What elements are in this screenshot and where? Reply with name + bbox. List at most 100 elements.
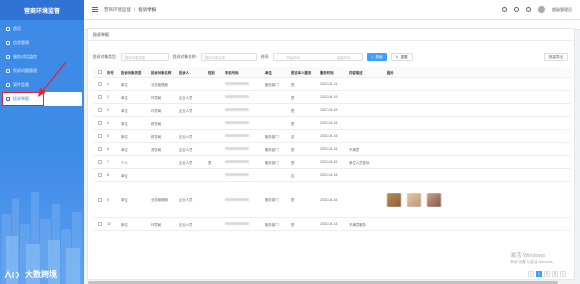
table-row[interactable]: 2 单位 环境局 企业人员 是 2022-04-19	[93, 91, 571, 104]
cell-time: 2022-04-15	[320, 197, 338, 202]
complaint-icon	[6, 69, 10, 73]
row-select-cell	[93, 222, 105, 226]
column-header: 单位	[265, 70, 272, 75]
redacted-phone	[225, 197, 249, 201]
cell-self: 否	[291, 134, 295, 139]
redacted-phone	[225, 121, 249, 124]
cell-name: 环境局	[151, 222, 162, 227]
app-title: 营商环境监督	[0, 0, 84, 20]
cell-time: 2022-04-15	[320, 134, 338, 138]
windows-watermark-line2: 转到"设置"以激活 Windows。	[510, 260, 556, 264]
table-row[interactable]: 8 单位 否 2022-04-15	[93, 169, 571, 182]
column-header: 性别	[208, 70, 215, 75]
reset-button-label: 重置	[400, 54, 408, 59]
name-filter-label: 投诉对象名称:	[172, 54, 197, 59]
cell-name: 业务管理局	[151, 198, 168, 202]
scrollbar-thumb[interactable]	[88, 280, 558, 284]
cell-unit: 服务部门	[265, 147, 279, 152]
table-row[interactable]: 6 单位 测试局 企业人员 服务部门 是 2022-04-15 不满意	[93, 143, 571, 156]
cell-no: 1	[107, 82, 109, 86]
breadcrumb-separator: /	[134, 6, 136, 12]
cell-phone	[223, 147, 263, 151]
row-checkbox[interactable]	[98, 108, 102, 112]
row-checkbox[interactable]	[98, 147, 102, 151]
row-checkbox[interactable]	[98, 222, 102, 226]
cell-time: 2022-04-19	[320, 95, 338, 99]
cell-name: 税务局	[151, 134, 162, 139]
cell-person: 企业人员	[179, 134, 193, 139]
cell-phone	[223, 197, 263, 202]
search-button[interactable]: ⌕ 搜索	[367, 53, 387, 61]
row-checkbox[interactable]	[98, 82, 102, 86]
cell-person: 企业人员	[179, 108, 193, 113]
main-panel: 投诉举报 投诉对象类型: 投诉对象类型 投诉对象名称: 投诉对象名称 时间: 开…	[87, 28, 575, 280]
table-row[interactable]: 9 单位 业务管理局 企业人员 服务部门 是 2022-04-15	[93, 182, 571, 218]
table-row[interactable]: 1 单位 业务管理局 服务部门 是 2022-04-21	[93, 78, 571, 91]
table-row[interactable]: 4 单位 税务局 是 2022-04-15	[93, 117, 571, 130]
horizontal-scrollbar[interactable]	[86, 280, 576, 284]
image-thumbnail[interactable]	[387, 192, 401, 207]
search-icon[interactable]	[502, 7, 507, 12]
row-checkbox[interactable]	[98, 173, 102, 177]
breadcrumb: 营商环境监督 / 投诉举报	[104, 7, 156, 13]
redacted-phone	[225, 173, 249, 176]
cell-self: 是	[291, 222, 295, 227]
row-checkbox[interactable]	[98, 121, 102, 125]
cell-no: 8	[107, 173, 109, 177]
image-thumbnail[interactable]	[427, 192, 441, 207]
cell-no: 5	[107, 134, 109, 138]
page-button[interactable]: 2	[544, 271, 550, 277]
column-header: 内容描述	[349, 70, 363, 75]
row-checkbox[interactable]	[98, 134, 102, 138]
cell-no: 3	[107, 108, 109, 112]
refresh-icon: ↻	[395, 55, 399, 59]
redacted-phone	[225, 222, 249, 225]
menu-toggle-icon[interactable]	[92, 7, 98, 12]
image-thumbnail[interactable]	[407, 192, 421, 207]
date-range-picker[interactable]: 开始时间 - 结束时间	[273, 53, 364, 61]
name-filter-input[interactable]: 投诉对象名称	[200, 53, 257, 61]
redacted-phone	[225, 147, 249, 150]
avatar[interactable]	[538, 6, 545, 13]
redacted-phone	[225, 82, 249, 85]
batch-export-button[interactable]: 批量导出	[543, 53, 568, 61]
select-all-checkbox[interactable]	[98, 70, 102, 74]
column-header: 投诉对象名称	[151, 70, 172, 75]
page-button[interactable]: 3	[552, 271, 558, 277]
font-size-icon[interactable]	[526, 7, 531, 12]
search-button-icon: ⌕	[371, 55, 374, 59]
reset-button[interactable]: ↻ 重置	[390, 53, 413, 61]
search-button-label: 搜索	[375, 54, 383, 59]
cell-name: 业务管理局	[151, 82, 168, 87]
page-button[interactable]: 1	[536, 271, 542, 277]
cell-images	[385, 192, 507, 207]
brand-logo-icon	[4, 270, 20, 279]
type-filter-select[interactable]: 投诉对象类型	[120, 53, 169, 61]
row-select-cell	[93, 173, 105, 177]
table-row[interactable]: 5 单位 税务局 企业人员 服务部门 否 2022-04-15	[93, 130, 571, 143]
cell-type: 单位	[121, 95, 128, 100]
page-button[interactable]: <	[528, 271, 534, 277]
cell-type: 个人	[121, 160, 128, 165]
cell-phone	[223, 108, 263, 112]
row-select-cell	[93, 121, 105, 125]
table-row[interactable]: 7 个人 企业人员 男 服务部门 是 2022-04-15 单位人员投诉	[93, 156, 571, 169]
complaints-table: 序号 投诉对象类型 投诉对象名称 投诉人 性别 手机号码 单位 是否本人服务 服务时间 内容描述图…	[93, 67, 571, 231]
column-header: 投诉对象类型	[121, 70, 142, 75]
cell-phone	[223, 95, 263, 99]
table-row[interactable]: 3 单位 环境局 企业人员 是 2007-04-19	[93, 104, 571, 117]
page-button[interactable]: >	[560, 271, 566, 277]
cell-type: 单位	[121, 82, 128, 87]
breadcrumb-item-home[interactable]: 营商环境监督	[104, 7, 131, 13]
filter-bar: 投诉对象类型: 投诉对象类型 投诉对象名称: 投诉对象名称 时间: 开始时间 -…	[93, 53, 413, 61]
fullscreen-icon[interactable]	[514, 7, 519, 12]
table-row[interactable]: 10 单位 环境局 企业人员 服务部门 是 2022-04-14 不满意服务	[93, 218, 571, 231]
sidebar-item-0[interactable]: 首页	[0, 22, 84, 36]
column-header: 服务时间	[320, 70, 334, 75]
sidebar-item-1[interactable]: 信息管理	[0, 36, 84, 50]
row-checkbox[interactable]	[98, 160, 102, 164]
row-checkbox[interactable]	[98, 95, 102, 99]
cell-unit: 服务部门	[265, 160, 279, 165]
user-name[interactable]: 超级管理员	[552, 7, 572, 13]
row-checkbox[interactable]	[98, 197, 102, 202]
